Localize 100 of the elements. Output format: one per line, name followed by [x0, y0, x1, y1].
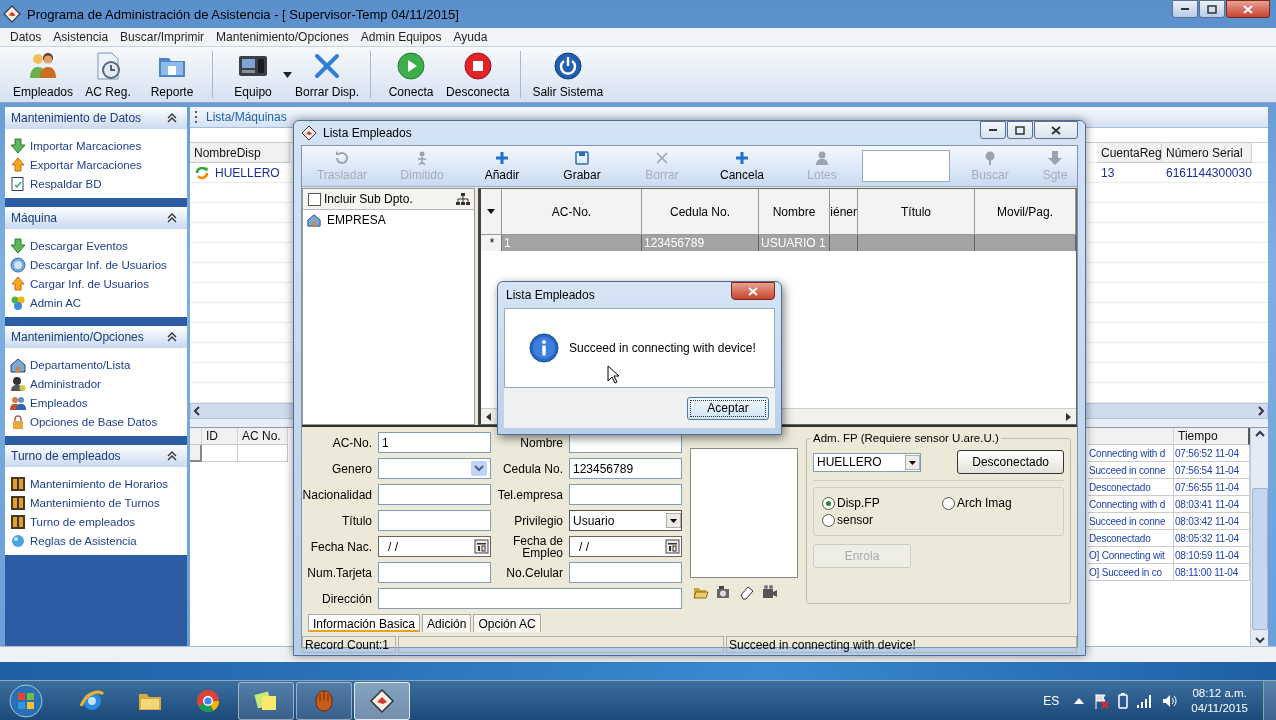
checkbox[interactable] — [308, 192, 321, 206]
sidebar-item[interactable]: Opciones de Base Datos — [30, 415, 158, 428]
toolbar-button[interactable]: Desconecta — [443, 47, 513, 102]
toolbar-button[interactable]: AC Reg. — [76, 47, 141, 102]
ok-button[interactable]: Aceptar — [687, 396, 769, 420]
close-button[interactable] — [731, 282, 775, 300]
column-header[interactable]: Tiempo — [1174, 428, 1250, 445]
video-camera-icon[interactable] — [762, 584, 778, 600]
signal-icon[interactable] — [1137, 693, 1154, 708]
date-field[interactable]: / / — [378, 536, 491, 557]
input-field[interactable] — [569, 562, 682, 583]
close-button[interactable] — [1034, 121, 1078, 139]
battery-icon[interactable] — [1118, 692, 1129, 709]
dropdown-field[interactable] — [378, 458, 491, 479]
tab[interactable]: Información Basica — [308, 614, 421, 632]
input-field[interactable]: 1 — [378, 432, 491, 453]
radio-label[interactable]: sensor — [837, 513, 874, 527]
search-field[interactable] — [862, 150, 950, 182]
taskbar-button[interactable] — [238, 681, 294, 720]
column-header[interactable]: Cedula No. — [642, 189, 759, 235]
camera-icon[interactable] — [716, 584, 732, 600]
toolbar-button[interactable]: Grabar — [542, 147, 622, 185]
radio-button[interactable] — [822, 496, 835, 510]
sidebar-item[interactable]: Cargar Inf. de Usuarios — [30, 277, 149, 290]
column-header[interactable]: Nombre — [759, 189, 830, 235]
sidebar-item[interactable]: Importar Marcaciones — [30, 139, 142, 152]
toolbar-button[interactable]: Equipo — [221, 47, 286, 102]
tree-item[interactable]: EMPRESA — [327, 213, 386, 227]
input-field[interactable] — [378, 484, 491, 505]
column-header[interactable]: Número Serial — [1162, 143, 1252, 163]
column-header[interactable]: AC-No. — [502, 189, 642, 235]
taskbar-button[interactable] — [354, 681, 410, 720]
menu-item[interactable]: Datos — [4, 30, 48, 44]
sidebar-item[interactable]: Descargar Eventos — [30, 239, 128, 252]
clock-time[interactable]: 08:12 a.m. — [1192, 685, 1247, 701]
section-header[interactable]: Mantenimiento/Opciones — [5, 326, 187, 348]
sidebar-item[interactable]: Mantenimiento de Turnos — [30, 496, 160, 509]
minimize-button[interactable] — [1172, 0, 1198, 18]
menu-item[interactable]: Buscar/Imprimir — [114, 30, 211, 44]
sidebar-item[interactable]: Exportar Marcaciones — [30, 158, 142, 171]
toolbar-button[interactable]: Borrar Disp. — [292, 47, 363, 102]
section-header[interactable]: Turno de empleados — [5, 445, 187, 467]
close-button[interactable] — [1226, 0, 1270, 18]
sidebar-item[interactable]: Respaldar BD — [30, 177, 102, 190]
toolbar-button[interactable]: Salir Sistema — [529, 47, 607, 102]
input-field[interactable]: 123456789 — [569, 458, 682, 479]
column-header[interactable]: AC No. — [238, 428, 288, 445]
dropdown-field[interactable]: HUELLERO — [813, 452, 921, 472]
menu-item[interactable]: Ayuda — [447, 30, 494, 44]
sidebar-item[interactable]: Mantenimiento de Horarios — [30, 477, 169, 490]
sidebar-item[interactable]: Admin AC — [30, 296, 82, 309]
show-desktop-button[interactable] — [1263, 680, 1276, 720]
input-field[interactable] — [378, 562, 491, 583]
field-label: Genero — [330, 462, 372, 475]
sidebar-item[interactable]: Descargar Inf. de Usuarios — [30, 258, 167, 271]
taskbar-button[interactable] — [296, 681, 352, 720]
sidebar-item[interactable]: Turno de empleados — [30, 515, 136, 528]
column-header[interactable]: Movil/Pag. — [975, 189, 1076, 235]
toolbar-button[interactable]: Empleados — [10, 47, 77, 102]
radio-label[interactable]: Disp.FP — [837, 496, 880, 510]
section-header[interactable]: Máquina — [5, 207, 187, 229]
radio-label[interactable]: Arch Imag — [957, 496, 1012, 510]
column-header[interactable]: iéner — [830, 189, 858, 235]
radio-button[interactable] — [822, 513, 835, 527]
input-field[interactable] — [378, 510, 491, 531]
menu-item[interactable]: Mantenimiento/Opciones — [210, 30, 355, 44]
toolbar-button[interactable]: Añadir — [462, 147, 542, 185]
dropdown-field[interactable]: Usuario — [569, 510, 682, 531]
clock-date[interactable]: 04/11/2015 — [1191, 700, 1248, 716]
flag-icon[interactable] — [1093, 692, 1110, 709]
maximize-button[interactable] — [1007, 121, 1033, 139]
radio-button[interactable] — [942, 496, 955, 510]
caret-icon[interactable] — [283, 71, 293, 78]
sidebar-item[interactable]: Empleados — [30, 396, 88, 409]
sidebar-item[interactable]: Administrador — [30, 377, 101, 390]
toolbar-button[interactable]: Cancela — [702, 147, 782, 185]
menu-item[interactable]: Admin Equipos — [354, 30, 448, 44]
toolbar-button[interactable]: Conecta — [379, 47, 444, 102]
minimize-button[interactable] — [980, 121, 1006, 139]
column-header[interactable]: ID — [202, 428, 238, 445]
vertical-scrollbar[interactable] — [1250, 428, 1268, 646]
sidebar-item[interactable]: Departamento/Lista — [30, 358, 131, 371]
connection-button[interactable]: Desconectado — [957, 450, 1064, 474]
language-indicator[interactable]: ES — [1043, 693, 1060, 708]
maximize-button[interactable] — [1199, 0, 1225, 18]
column-header[interactable]: NombreDisp — [190, 143, 290, 163]
toolbar-button[interactable]: Reporte — [140, 47, 205, 102]
column-header[interactable]: Título — [858, 189, 975, 235]
sidebar-item[interactable]: Reglas de Asistencia — [30, 534, 137, 547]
section-header[interactable]: Mantenimiento de Datos — [5, 107, 187, 129]
show-hidden-icons-icon[interactable] — [1074, 696, 1085, 705]
date-field[interactable]: / / — [569, 536, 682, 557]
column-header[interactable]: CuentaReg — [1097, 143, 1162, 163]
row-header[interactable] — [190, 445, 202, 462]
input-field[interactable] — [569, 484, 682, 505]
menu-item[interactable]: Asistencia — [47, 30, 115, 44]
eraser-icon[interactable] — [739, 584, 755, 600]
input-field[interactable] — [378, 588, 682, 609]
tab[interactable]: Adición — [422, 614, 472, 632]
tab[interactable]: Opción AC — [473, 614, 541, 632]
